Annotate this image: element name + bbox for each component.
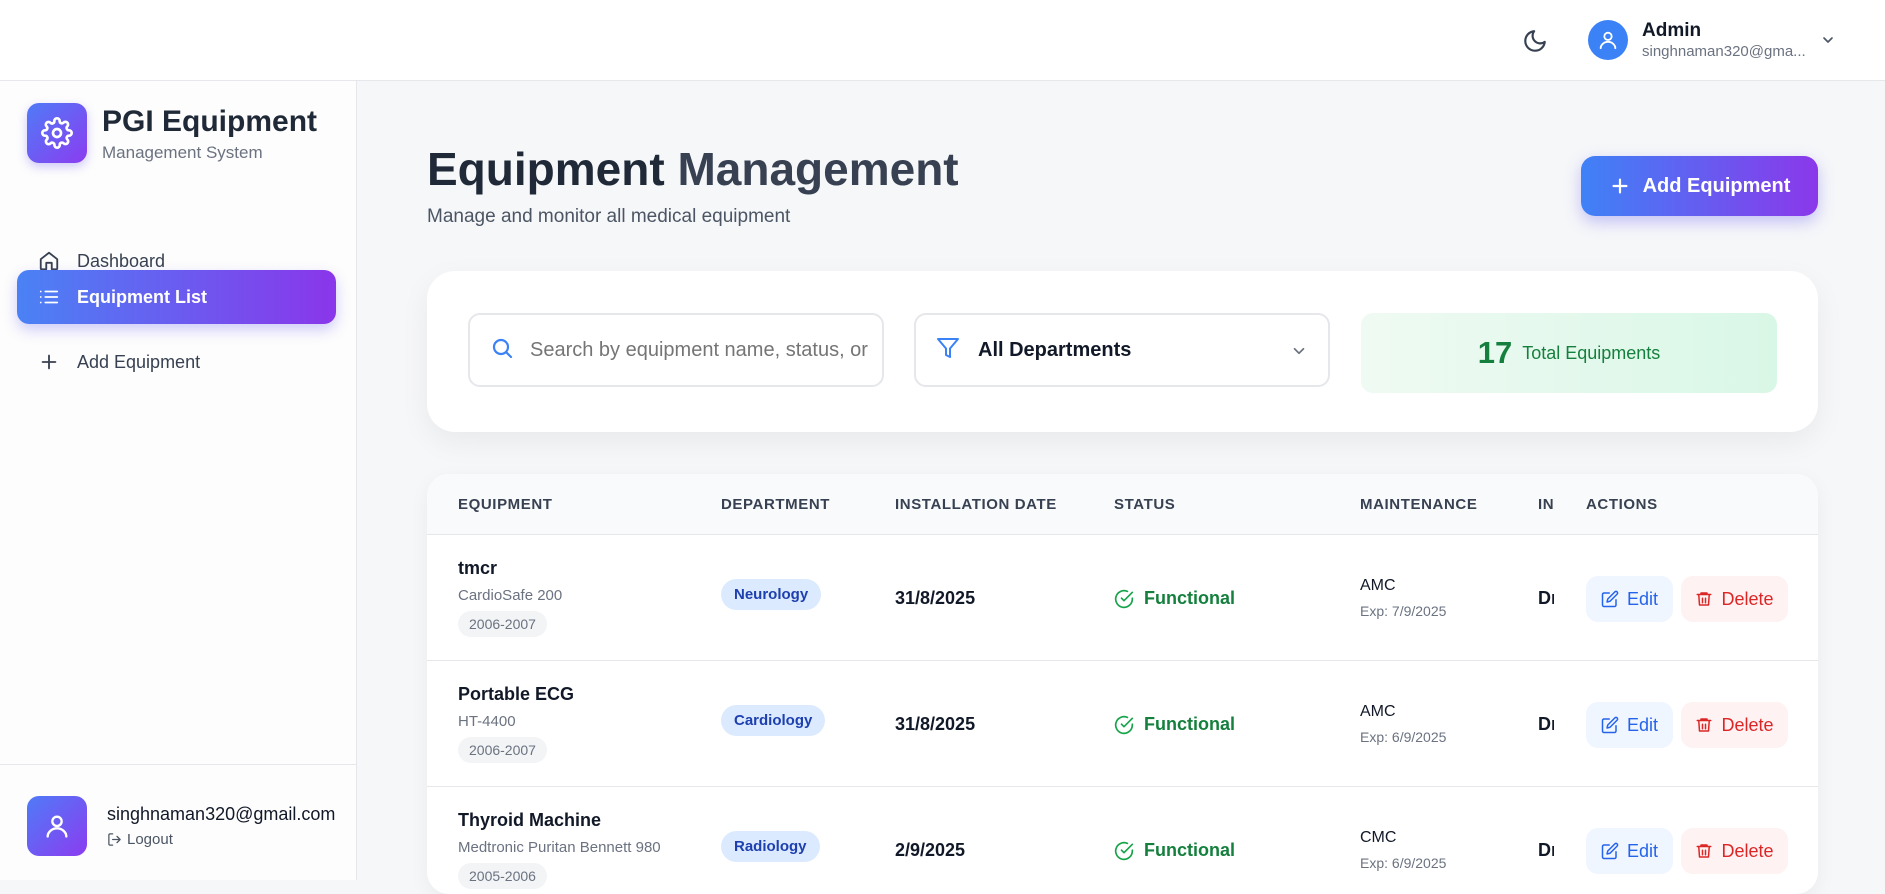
moon-icon[interactable] — [1522, 28, 1548, 54]
footer-email: singhnaman320@gmail.com — [107, 804, 336, 824]
edit-button[interactable]: Edit — [1586, 828, 1673, 874]
trash-icon — [1696, 592, 1712, 606]
footer-avatar — [27, 796, 87, 856]
total-label: Total Equipments — [1522, 342, 1661, 363]
brand-title: PGI Equipment — [102, 105, 318, 138]
status-badge: Functional — [1114, 840, 1235, 861]
edit-icon — [1601, 590, 1619, 608]
sidebar-item-equipment-list[interactable]: Equipment List — [17, 270, 336, 324]
total-count: 17 — [1477, 335, 1513, 370]
status-badge: Functional — [1114, 714, 1235, 735]
status-badge: Functional — [1114, 588, 1235, 609]
department-value: All Departments — [978, 338, 1132, 361]
gear-icon — [41, 117, 73, 149]
table-row: Portable ECG HT-4400 2006-2007 Cardiolog… — [427, 661, 1818, 787]
in-charge: Dr — [1538, 840, 1554, 860]
maintenance-type: AMC — [1360, 577, 1396, 594]
logout-label: Logout — [127, 831, 173, 848]
search-field[interactable] — [468, 313, 884, 387]
equipment-model: CardioSafe 200 — [458, 587, 563, 604]
search-icon — [490, 336, 514, 365]
delete-button[interactable]: Delete — [1681, 828, 1788, 874]
table-row: tmcr CardioSafe 200 2006-2007 Neurology … — [427, 535, 1818, 661]
col-installation-date: INSTALLATION DATE — [895, 496, 1057, 513]
equipment-name: Thyroid Machine — [458, 810, 602, 830]
installation-date: 2/9/2025 — [895, 840, 966, 860]
col-status: STATUS — [1114, 496, 1176, 513]
equipment-name: tmcr — [458, 558, 498, 578]
top-bar: Admin singhnaman320@gma... — [0, 0, 1885, 81]
col-department: DEPARTMENT — [721, 496, 831, 513]
sidebar-item-add-equipment[interactable]: Add Equipment — [17, 335, 336, 389]
filter-icon — [936, 336, 960, 365]
department-badge: Neurology — [721, 579, 822, 610]
col-actions: ACTIONS — [1586, 496, 1658, 513]
add-equipment-label: Add Equipment — [1642, 174, 1791, 197]
user-email: singhnaman320@gma... — [1642, 43, 1806, 60]
trash-icon — [1696, 844, 1712, 858]
department-badge: Radiology — [721, 831, 820, 862]
trash-icon — [1696, 718, 1712, 732]
sidebar-item-label: Add Equipment — [77, 351, 201, 372]
check-circle-icon — [1114, 589, 1134, 608]
in-charge: Dr — [1538, 714, 1554, 734]
table-header: EQUIPMENT DEPARTMENT INSTALLATION DATE S… — [427, 474, 1818, 535]
chevron-down-icon[interactable] — [1820, 32, 1836, 48]
edit-button[interactable]: Edit — [1586, 576, 1673, 622]
list-icon — [37, 285, 61, 309]
chevron-down-icon — [1290, 342, 1308, 365]
logout-icon — [108, 833, 121, 846]
add-equipment-button[interactable]: Add Equipment — [1581, 156, 1818, 216]
user-icon — [46, 815, 68, 838]
maintenance-type: AMC — [1360, 703, 1396, 720]
delete-button[interactable]: Delete — [1681, 576, 1788, 622]
user-avatar — [1588, 20, 1628, 60]
brand-logo — [27, 103, 87, 163]
brand-subtitle: Management System — [102, 143, 263, 162]
total-count-badge: 17 Total Equipments — [1361, 313, 1777, 393]
equipment-model: HT-4400 — [458, 713, 516, 730]
equipment-name: Portable ECG — [458, 684, 575, 704]
sidebar-item-label: Dashboard — [77, 250, 166, 271]
table-row: Thyroid Machine Medtronic Puritan Bennet… — [427, 787, 1818, 894]
page-subtitle: Manage and monitor all medical equipment — [427, 206, 791, 227]
equipment-year: 2006-2007 — [458, 737, 547, 763]
department-badge: Cardiology — [721, 705, 826, 736]
equipment-year: 2006-2007 — [458, 611, 547, 637]
col-in: IN — [1538, 496, 1555, 513]
equipment-table: EQUIPMENT DEPARTMENT INSTALLATION DATE S… — [427, 474, 1818, 894]
user-menu[interactable]: Admin singhnaman320@gma... — [1588, 19, 1806, 61]
sidebar-item-label: Equipment List — [77, 286, 207, 307]
sidebar-footer: singhnaman320@gmail.com Logout — [0, 764, 357, 880]
delete-button[interactable]: Delete — [1681, 702, 1788, 748]
equipment-model: Medtronic Puritan Bennett 980 — [458, 839, 661, 856]
maintenance-type: CMC — [1360, 829, 1397, 846]
edit-button[interactable]: Edit — [1586, 702, 1673, 748]
plus-icon — [1612, 178, 1628, 194]
maintenance-expiry: Exp: 6/9/2025 — [1360, 729, 1447, 745]
user-name: Admin — [1642, 20, 1702, 41]
check-circle-icon — [1114, 841, 1134, 860]
sidebar: PGI Equipment Management System Dashboar… — [0, 81, 357, 880]
in-charge: Dr — [1538, 588, 1554, 608]
logout-button[interactable]: Logout — [107, 831, 173, 848]
col-equipment: EQUIPMENT — [458, 496, 553, 513]
maintenance-expiry: Exp: 6/9/2025 — [1360, 855, 1447, 871]
check-circle-icon — [1114, 715, 1134, 734]
equipment-year: 2005-2006 — [458, 863, 547, 889]
maintenance-expiry: Exp: 7/9/2025 — [1360, 603, 1447, 619]
department-select[interactable]: All Departments — [914, 313, 1330, 387]
edit-icon — [1601, 842, 1619, 860]
page-title: Equipment Management — [427, 143, 959, 195]
filter-card: All Departments 17 Total Equipments — [427, 271, 1818, 432]
search-input[interactable] — [530, 338, 870, 362]
edit-icon — [1601, 716, 1619, 734]
installation-date: 31/8/2025 — [895, 588, 976, 608]
plus-icon — [37, 350, 61, 374]
col-maintenance: MAINTENANCE — [1360, 496, 1478, 513]
installation-date: 31/8/2025 — [895, 714, 976, 734]
